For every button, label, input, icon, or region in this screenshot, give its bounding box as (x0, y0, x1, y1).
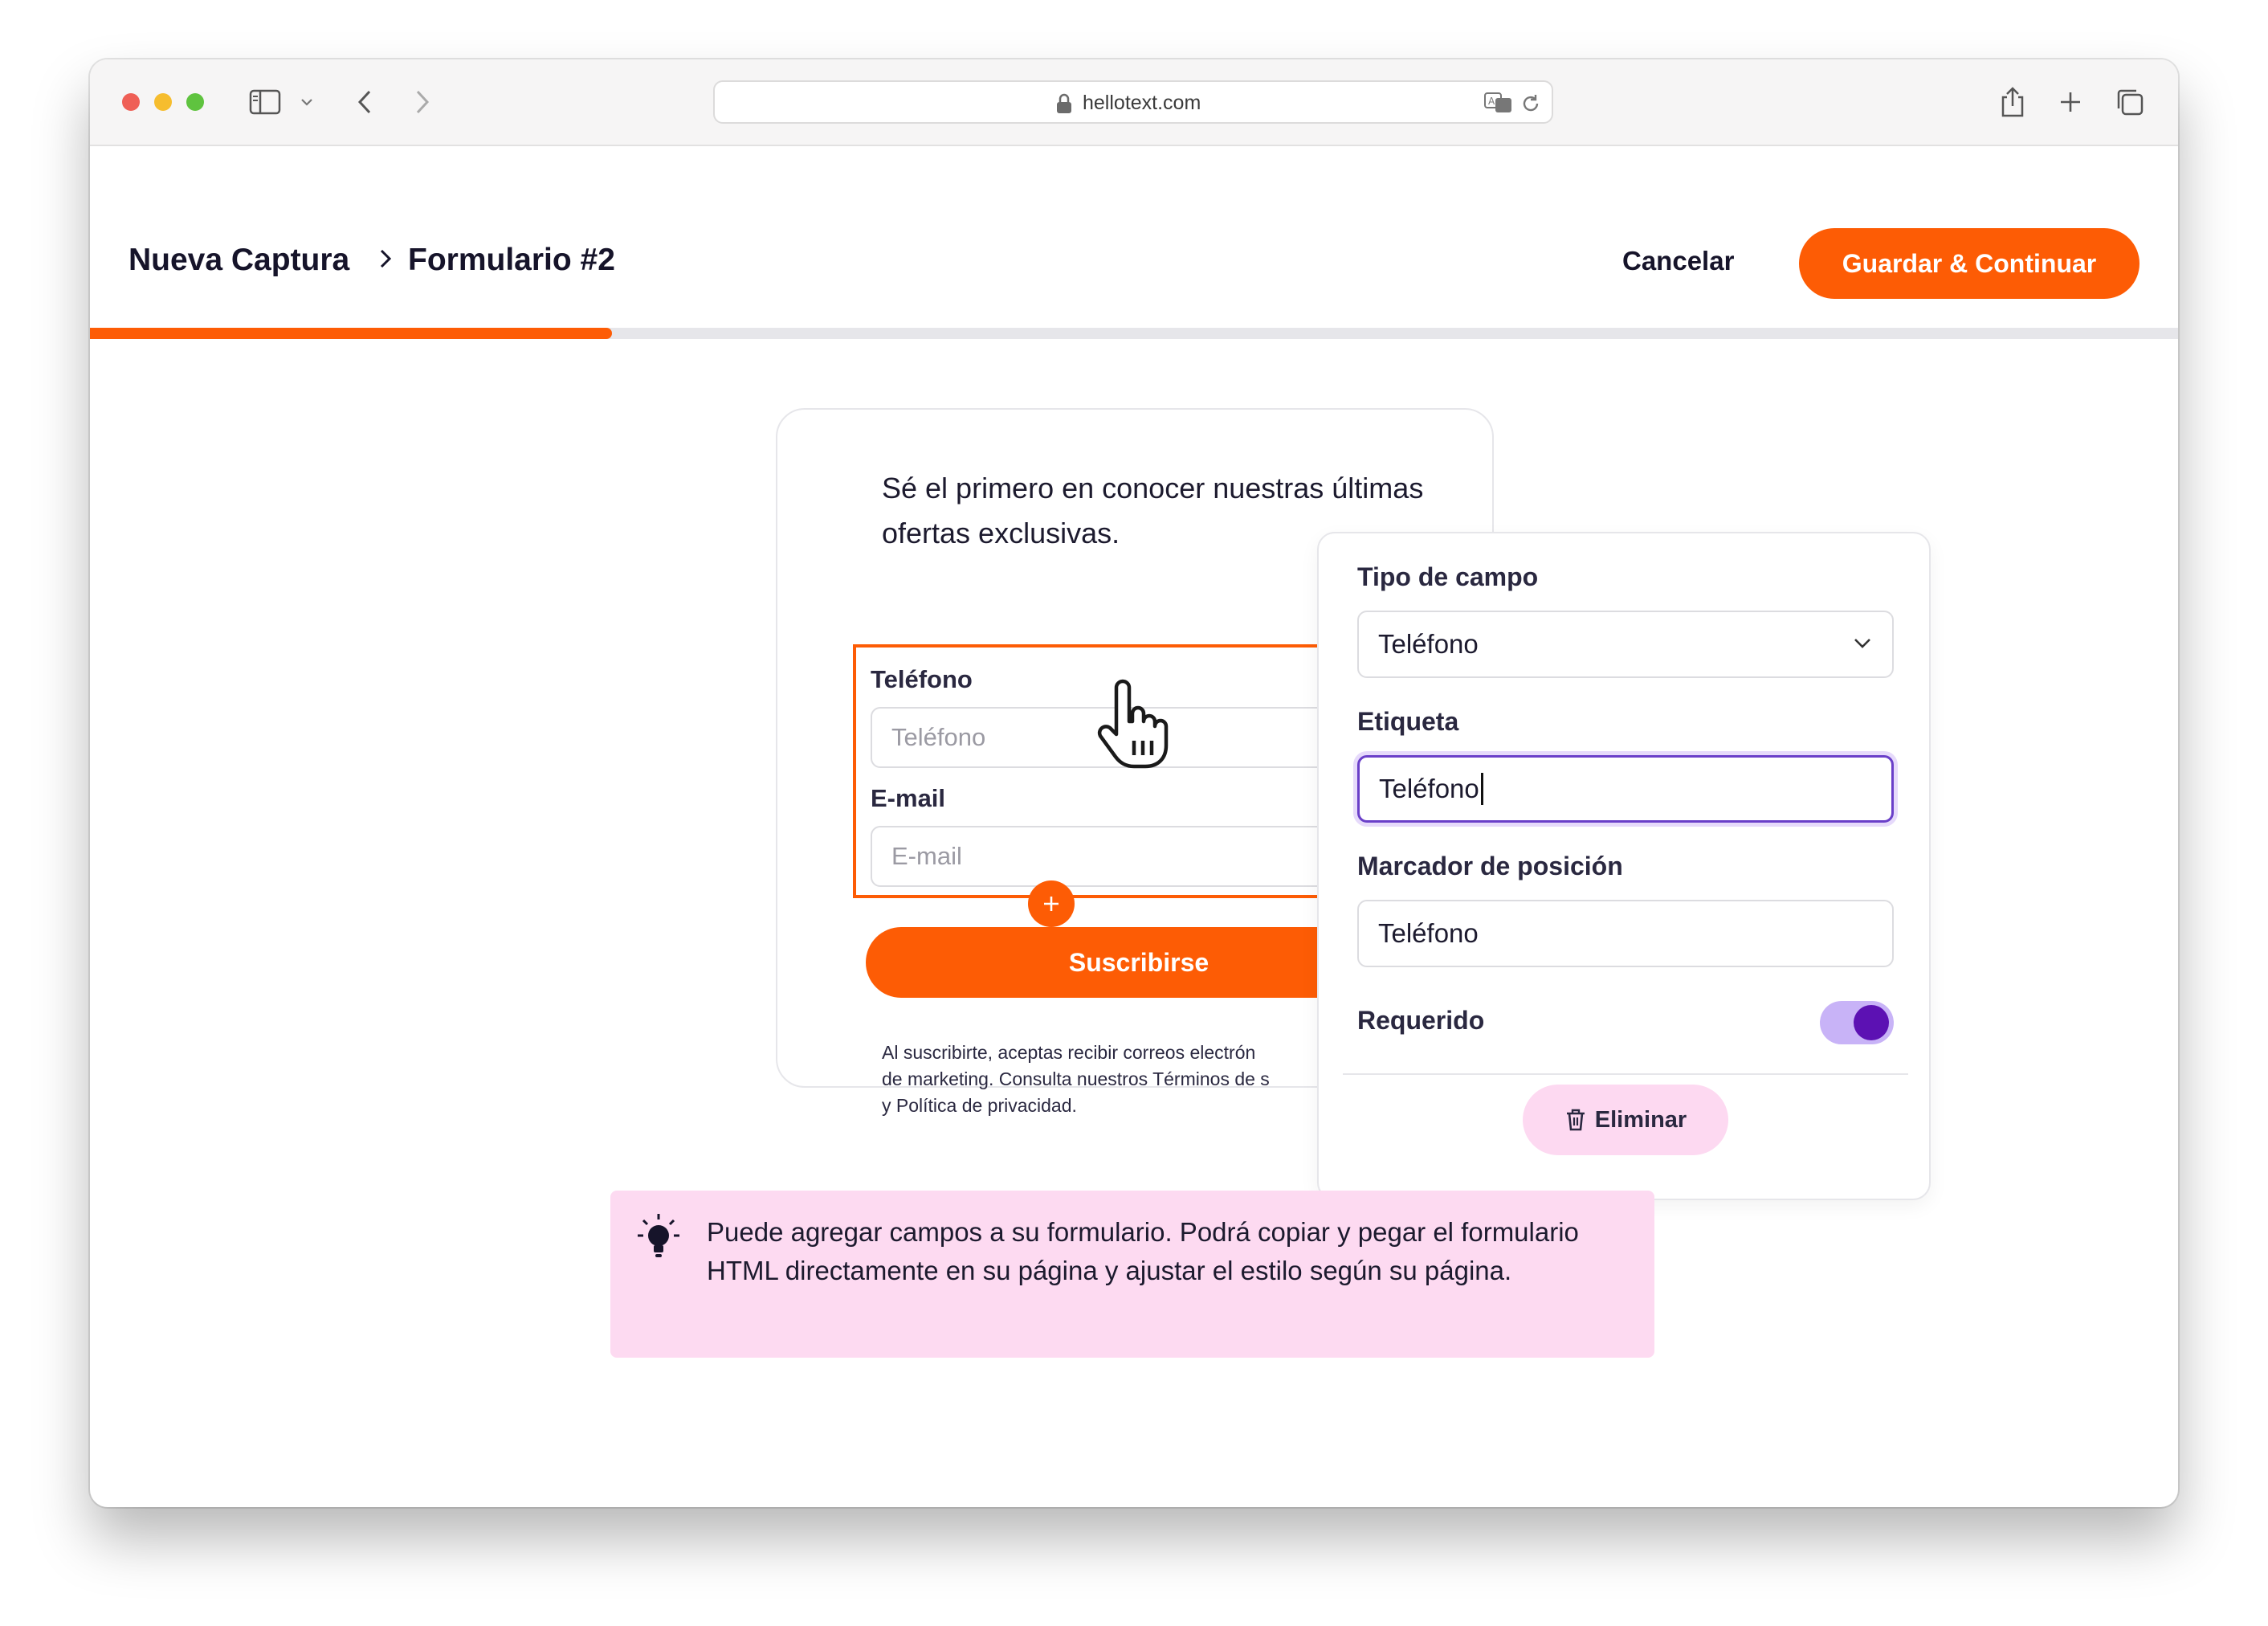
legal-text: Al suscribirte, aceptas recibir correos … (882, 1040, 1332, 1119)
minimize-window-button[interactable] (154, 93, 172, 111)
tab-overview-button[interactable] (2112, 82, 2148, 122)
new-tab-button[interactable] (2053, 82, 2088, 122)
back-button[interactable] (347, 82, 382, 122)
trash-icon (1566, 1109, 1585, 1131)
tabs-icon (2117, 89, 2144, 116)
sidebar-menu-button[interactable] (297, 82, 316, 122)
text-caret (1480, 773, 1483, 805)
delete-label: Eliminar (1594, 1106, 1687, 1133)
delete-field-button[interactable]: Eliminar (1523, 1085, 1728, 1155)
hand-cursor-icon (1097, 679, 1169, 769)
url-text: hellotext.com (1083, 92, 1201, 114)
plus-icon (2061, 92, 2080, 112)
field-type-select[interactable]: Teléfono (1357, 611, 1894, 678)
toggle-knob (1854, 1005, 1889, 1040)
add-field-button[interactable] (1028, 880, 1075, 927)
browser-toolbar: hellotext.com A (90, 59, 2178, 146)
field-type-value: Teléfono (1378, 629, 1479, 659)
label-input[interactable]: Teléfono (1357, 755, 1894, 823)
progress-bar (90, 328, 2178, 339)
translate-icon[interactable]: A (1484, 92, 1513, 113)
tip-banner: Puede agregar campos a su formulario. Po… (610, 1191, 1654, 1358)
legal-line: de marketing. Consulta nuestros Términos… (882, 1068, 1270, 1089)
back-icon (357, 90, 371, 114)
required-label: Requerido (1357, 1006, 1485, 1035)
legal-line: y Política de privacidad. (882, 1095, 1077, 1116)
lightbulb-icon (638, 1214, 679, 1257)
label-input-value: Teléfono (1379, 774, 1479, 803)
breadcrumb-current: Formulario #2 (408, 243, 615, 277)
field-type-label: Tipo de campo (1357, 562, 1539, 591)
email-field-label: E-mail (871, 784, 946, 812)
browser-window: hellotext.com A Nueva Captura Formulario… (90, 59, 2178, 1507)
sidebar-icon (249, 89, 281, 115)
sidebar-toggle-button[interactable] (247, 82, 283, 122)
progress-bar-fill (90, 328, 612, 339)
plus-icon (1044, 897, 1059, 911)
phone-field-label: Teléfono (871, 665, 973, 693)
panel-divider (1343, 1073, 1908, 1075)
close-window-button[interactable] (122, 93, 140, 111)
legal-line: Al suscribirte, aceptas recibir correos … (882, 1042, 1256, 1063)
chevron-right-icon (380, 249, 392, 268)
reload-icon[interactable] (1519, 92, 1542, 115)
label-field-label: Etiqueta (1357, 707, 1459, 736)
chevron-down-icon (301, 99, 312, 106)
tip-text: Puede agregar campos a su formulario. Po… (707, 1217, 1579, 1285)
required-toggle[interactable] (1820, 1001, 1894, 1044)
chevron-down-icon (1854, 639, 1870, 648)
forward-icon (416, 90, 430, 114)
forward-button[interactable] (405, 82, 440, 122)
address-bar[interactable]: hellotext.com A (713, 80, 1553, 124)
placeholder-field-label: Marcador de posición (1357, 852, 1623, 880)
save-continue-button[interactable]: Guardar & Continuar (1799, 228, 2140, 299)
share-icon (2001, 87, 2024, 117)
cancel-button[interactable]: Cancelar (1622, 246, 1734, 276)
field-properties-panel: Tipo de campo Teléfono Etiqueta Teléfono… (1317, 532, 1931, 1200)
lock-icon (1057, 93, 1071, 113)
zoom-window-button[interactable] (186, 93, 204, 111)
breadcrumb-root[interactable]: Nueva Captura (128, 243, 349, 278)
placeholder-input[interactable]: Teléfono (1357, 900, 1894, 967)
share-button[interactable] (1995, 82, 2030, 122)
svg-text:A: A (1488, 96, 1495, 107)
